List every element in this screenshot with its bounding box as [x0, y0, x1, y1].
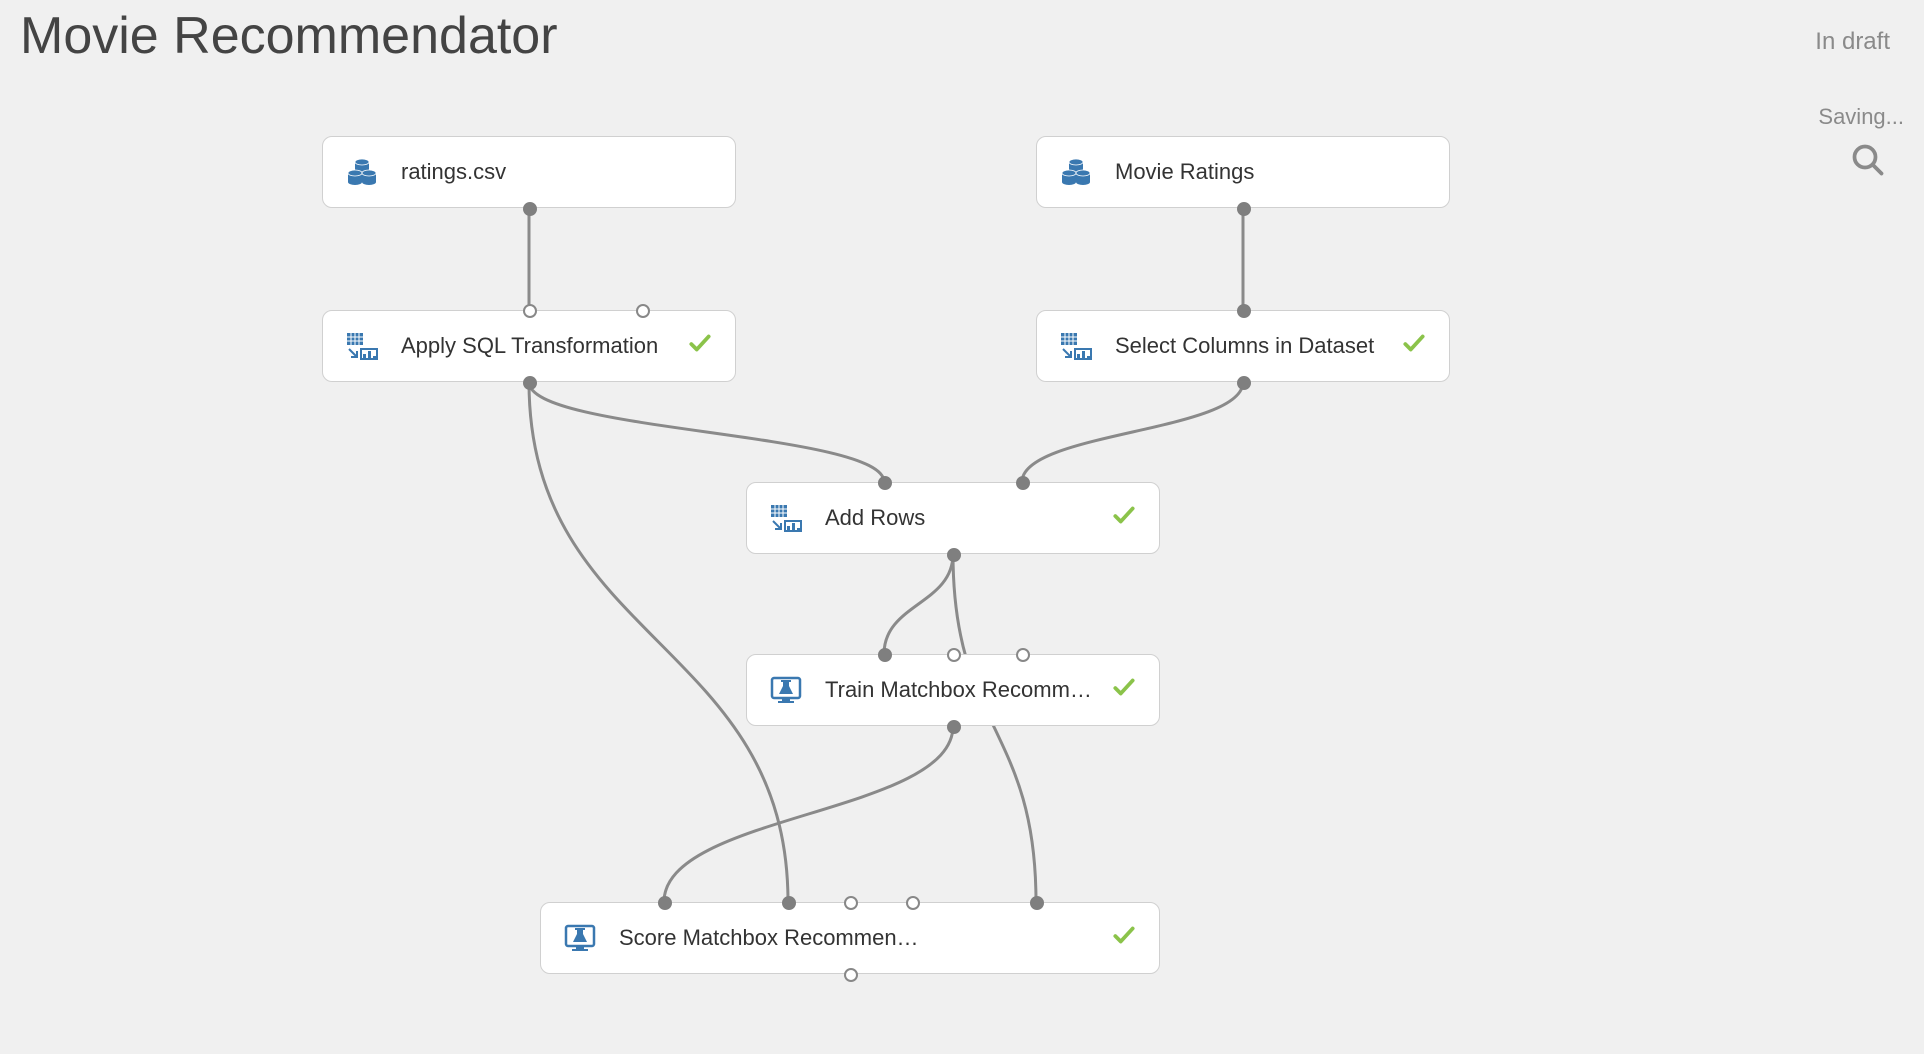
input-port[interactable] — [1016, 648, 1030, 662]
input-port[interactable] — [878, 648, 892, 662]
checkmark-icon — [1111, 922, 1137, 954]
transform-icon — [1059, 331, 1093, 361]
output-port[interactable] — [844, 968, 858, 982]
output-port[interactable] — [523, 202, 537, 216]
edge — [529, 382, 788, 902]
input-port[interactable] — [947, 648, 961, 662]
edge — [1022, 382, 1243, 482]
transform-icon — [769, 503, 803, 533]
node-apply-sql[interactable]: Apply SQL Transformation — [322, 310, 736, 382]
checkmark-icon — [1111, 502, 1137, 534]
input-port[interactable] — [1030, 896, 1044, 910]
checkmark-icon — [1401, 330, 1427, 362]
node-label: ratings.csv — [401, 159, 713, 185]
experiment-icon — [563, 923, 597, 953]
node-label: Movie Ratings — [1115, 159, 1427, 185]
output-port[interactable] — [523, 376, 537, 390]
node-train-matchbox[interactable]: Train Matchbox Recommen… — [746, 654, 1160, 726]
input-port[interactable] — [844, 896, 858, 910]
edge — [953, 554, 1036, 902]
transform-icon — [345, 331, 379, 361]
node-label: Apply SQL Transformation — [401, 333, 671, 359]
node-add-rows[interactable]: Add Rows — [746, 482, 1160, 554]
node-label: Score Matchbox Recommen… — [619, 925, 1095, 951]
input-port[interactable] — [523, 304, 537, 318]
experiment-canvas[interactable]: ratings.csv Movie Ratings — [0, 0, 1924, 1054]
experiment-icon — [769, 675, 803, 705]
node-movie-ratings[interactable]: Movie Ratings — [1036, 136, 1450, 208]
output-port[interactable] — [947, 548, 961, 562]
input-port[interactable] — [1237, 304, 1251, 318]
node-ratings-csv[interactable]: ratings.csv — [322, 136, 736, 208]
dataset-icon — [345, 157, 379, 187]
checkmark-icon — [687, 330, 713, 362]
node-label: Add Rows — [825, 505, 1095, 531]
input-port[interactable] — [906, 896, 920, 910]
output-port[interactable] — [947, 720, 961, 734]
output-port[interactable] — [1237, 202, 1251, 216]
input-port[interactable] — [1016, 476, 1030, 490]
input-port[interactable] — [658, 896, 672, 910]
output-port[interactable] — [1237, 376, 1251, 390]
input-port[interactable] — [636, 304, 650, 318]
node-label: Select Columns in Dataset — [1115, 333, 1385, 359]
node-select-cols[interactable]: Select Columns in Dataset — [1036, 310, 1450, 382]
input-port[interactable] — [782, 896, 796, 910]
edge — [529, 382, 884, 482]
input-port[interactable] — [878, 476, 892, 490]
edge — [664, 726, 953, 902]
node-score-matchbox[interactable]: Score Matchbox Recommen… — [540, 902, 1160, 974]
dataset-icon — [1059, 157, 1093, 187]
checkmark-icon — [1111, 674, 1137, 706]
edge — [884, 554, 953, 654]
node-label: Train Matchbox Recommen… — [825, 677, 1095, 703]
